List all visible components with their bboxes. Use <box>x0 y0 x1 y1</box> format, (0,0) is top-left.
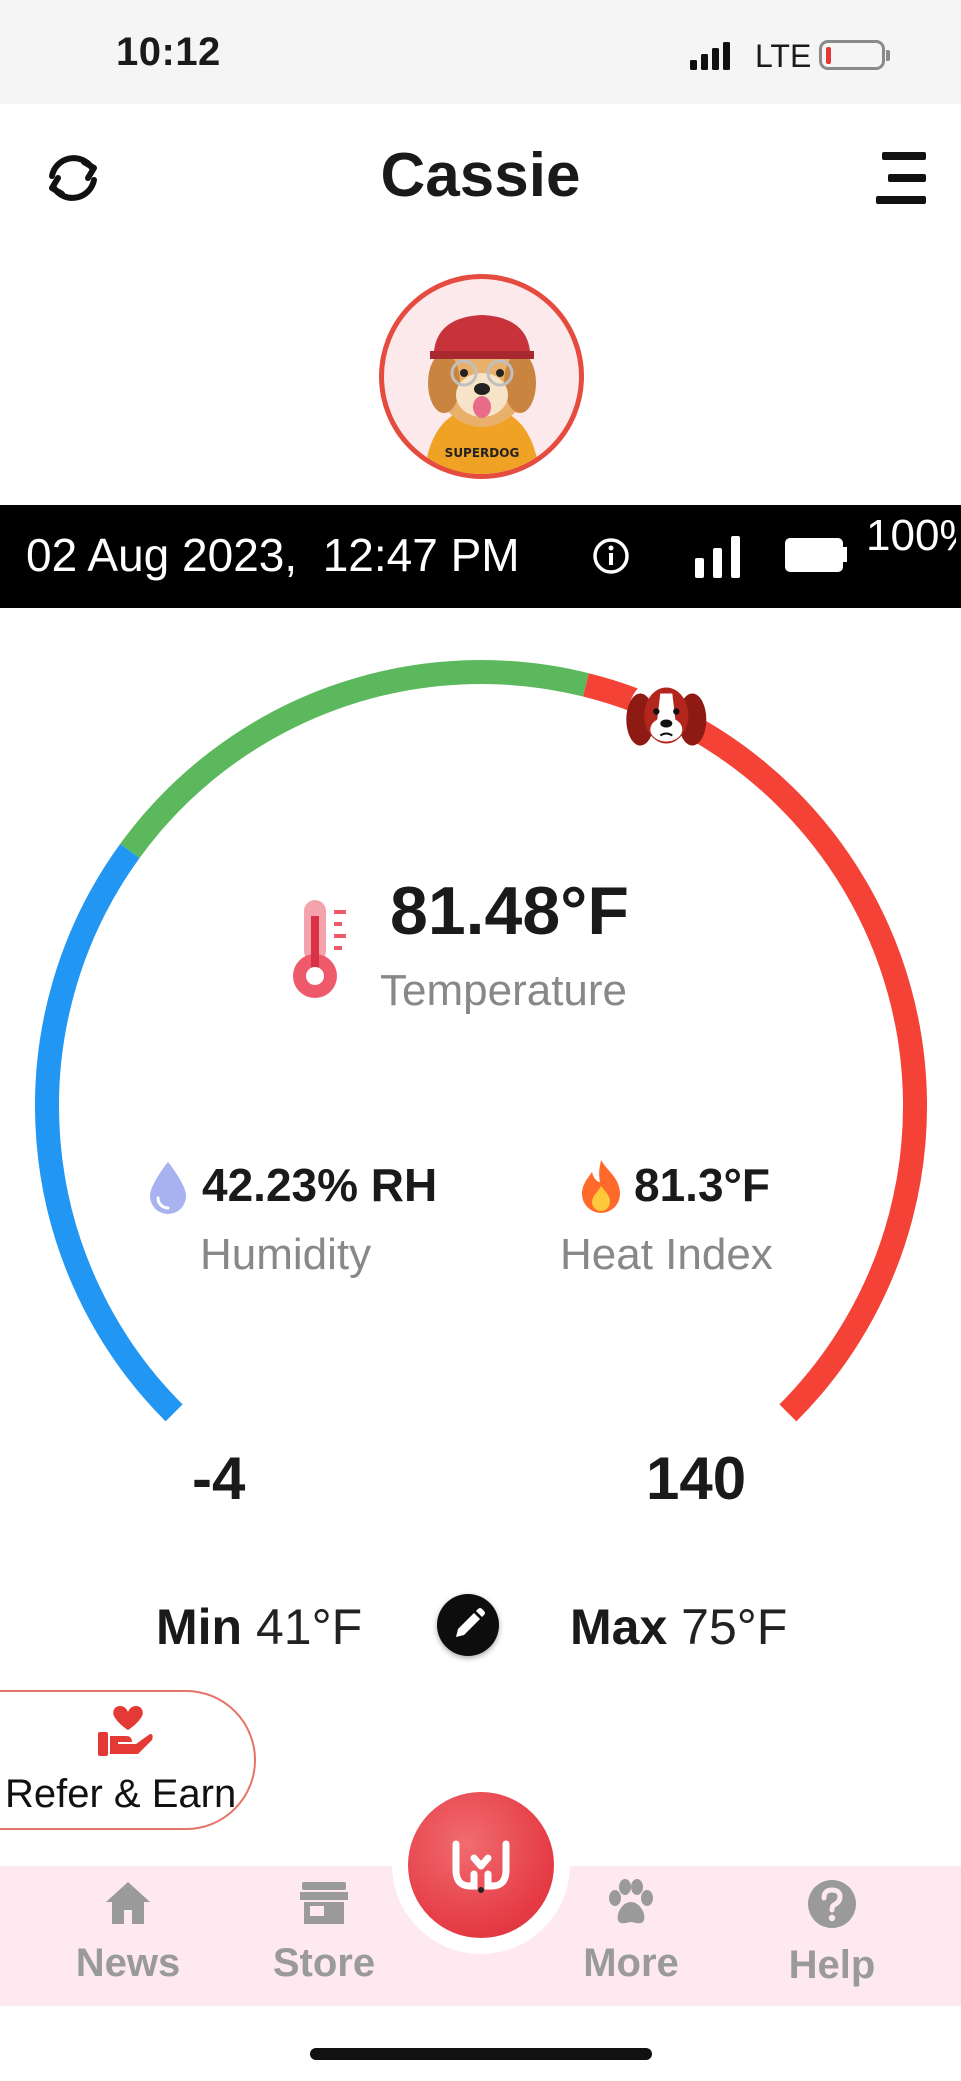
info-icon[interactable] <box>592 537 630 575</box>
avatar-logo-text: SUPERDOG <box>445 446 520 460</box>
device-battery-percent: 100% <box>866 511 956 560</box>
nav-store[interactable]: Store <box>254 1878 394 1986</box>
nav-news-label: News <box>75 1941 181 1985</box>
heat-index-label: Heat Index <box>560 1230 773 1279</box>
device-signal-icon <box>695 536 740 578</box>
pet-name-title: Cassie <box>380 141 581 210</box>
max-threshold: Max 75°F <box>570 1598 787 1656</box>
phone-battery-nub <box>886 50 890 61</box>
humidity-label: Humidity <box>200 1230 372 1279</box>
gauge-arc-ok <box>120 660 589 858</box>
nav-more-label: More <box>583 1941 679 1985</box>
temperature-label: Temperature <box>380 966 628 1015</box>
woof-logo-icon <box>452 1840 510 1893</box>
gauge-arc-cold <box>34 843 183 1422</box>
superdog-avatar-image: SUPERDOG <box>424 315 540 474</box>
device-battery-nub <box>843 547 847 562</box>
home-icon <box>106 1882 150 1924</box>
home-indicator <box>310 2048 652 2060</box>
cell-signal-icon <box>690 42 730 70</box>
paw-icon <box>609 1879 653 1924</box>
status-time: 10:12 <box>116 30 221 74</box>
pencil-icon <box>456 1608 485 1637</box>
reading-datetime: 02 Aug 2023, 12:47 PM <box>26 529 520 581</box>
heat-index-value: 81.3°F <box>634 1159 771 1211</box>
gauge-range-max: 140 <box>646 1445 747 1512</box>
nav-help[interactable]: Help <box>762 1878 902 1988</box>
edit-limits-button[interactable] <box>437 1594 499 1656</box>
pet-avatar[interactable]: SUPERDOG <box>379 274 584 479</box>
refer-heart-hand-icon <box>98 1706 153 1756</box>
max-label: Max <box>570 1599 668 1655</box>
phone-battery-level <box>826 47 831 64</box>
humidity-value: 42.23% RH <box>202 1159 438 1211</box>
store-icon <box>300 1882 348 1924</box>
nav-store-label: Store <box>272 1941 376 1985</box>
menu-icon[interactable] <box>870 150 926 206</box>
temperature-gauge <box>34 660 927 1422</box>
nav-more[interactable]: More <box>561 1878 701 1986</box>
heat-index-flame-icon <box>582 1160 620 1213</box>
gauge-arc-hot <box>583 673 927 1422</box>
gauge-range-min: -4 <box>192 1445 246 1512</box>
max-value: 75°F <box>681 1599 788 1655</box>
gauge-indicator-dog-icon <box>626 675 707 752</box>
temperature-value: 81.48°F <box>390 873 629 949</box>
device-battery-icon <box>785 538 843 572</box>
nav-news[interactable]: News <box>58 1878 198 1986</box>
network-type: LTE <box>755 38 812 74</box>
nav-help-label: Help <box>788 1943 876 1987</box>
min-label: Min <box>156 1599 243 1655</box>
min-threshold: Min 41°F <box>156 1598 362 1656</box>
help-icon <box>808 1880 856 1928</box>
min-value: 41°F <box>256 1599 363 1655</box>
humidity-drop-icon <box>150 1162 186 1214</box>
refer-earn-label: Refer & Earn <box>5 1772 237 1816</box>
nav-center-button[interactable] <box>408 1792 554 1938</box>
thermometer-icon <box>293 900 346 998</box>
